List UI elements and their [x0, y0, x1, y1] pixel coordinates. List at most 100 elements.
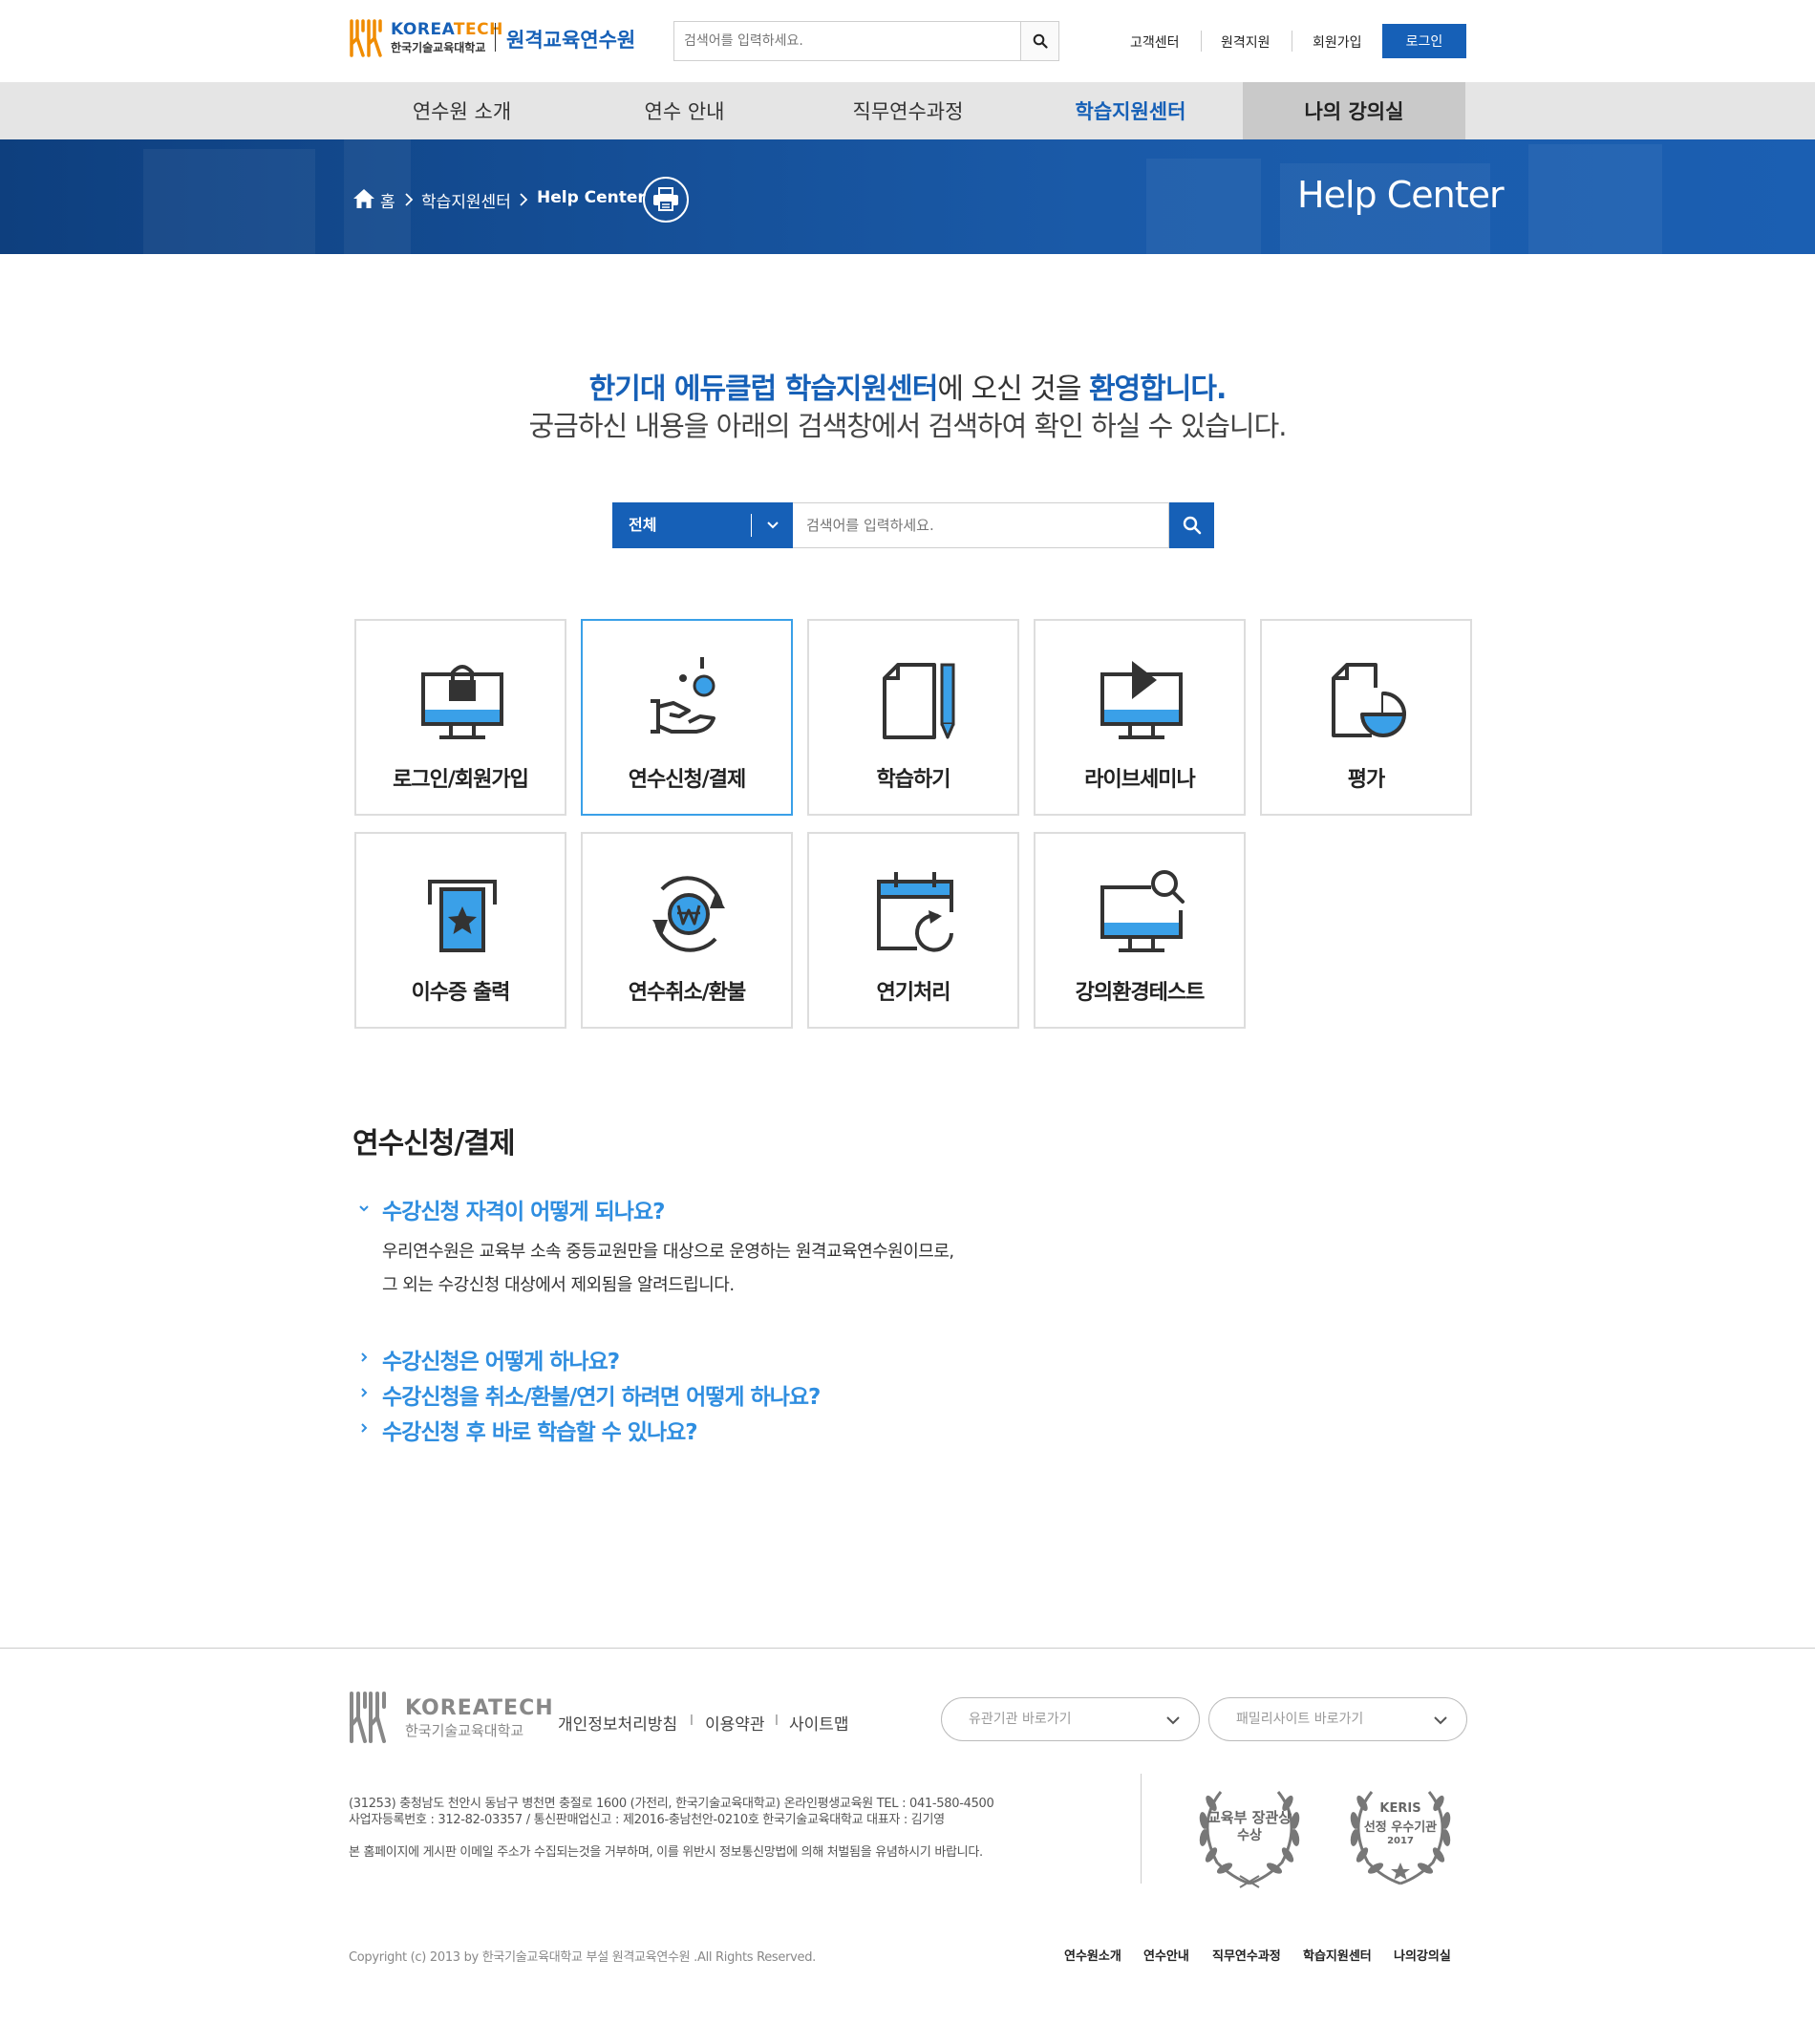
printer-icon [653, 187, 678, 211]
chevron-right-icon[interactable] [357, 1386, 371, 1399]
util-link-remote-support[interactable]: 원격지원 [1221, 32, 1270, 52]
footer-vertical-divider [1141, 1774, 1142, 1884]
footer-link-terms[interactable]: 이용약관 [705, 1711, 765, 1735]
won-refresh-icon [652, 876, 725, 952]
breadcrumb-current: Help Center [537, 188, 646, 207]
faq-question[interactable]: 수강신청을 취소/환불/연기 하려면 어떻게 하나요? [382, 1378, 821, 1411]
logo-english: KOREATECH [391, 20, 503, 39]
welcome-heading: 한기대 에듀클럽 학습지원센터에 오신 것을 환영합니다. [588, 373, 1228, 406]
faq-question[interactable]: 수강신청 후 바로 학습할 수 있나요? [382, 1414, 698, 1446]
koreatech-logo-mark-icon [350, 19, 382, 57]
help-search-input[interactable] [793, 502, 1169, 548]
help-search-button[interactable] [1169, 502, 1214, 548]
util-divider [1201, 31, 1202, 52]
category-label: 로그인/회원가입 [393, 768, 529, 792]
footer-email-notice: 본 홈페이지에 게시판 이메일 주소가 수집되는것을 거부하며, 이를 위반시 … [349, 1845, 983, 1860]
chevron-right-icon[interactable] [357, 1421, 371, 1435]
category-label: 연수신청/결제 [628, 768, 746, 792]
footer-menu-courses[interactable]: 직무연수과정 [1212, 1946, 1281, 1964]
footer-link-sitemap[interactable]: 사이트맵 [789, 1711, 849, 1735]
nav-item-courses[interactable]: 직무연수과정 [797, 82, 1019, 139]
footer-business-info: 사업자등록번호 : 312-82-03357 / 통신판매업신고 : 제2016… [349, 1813, 945, 1827]
footer-menu-my-classroom[interactable]: 나의강의실 [1394, 1946, 1451, 1964]
award-ministry-badge: 교육부 장관상 수상 [1183, 1775, 1316, 1889]
site-title[interactable]: 원격교육연수원 [506, 25, 635, 53]
category-card-login[interactable]: 로그인/회원가입 [354, 619, 566, 816]
footer-link-privacy[interactable]: 개인정보처리방침 [558, 1711, 677, 1735]
koreatech-logo-mark-icon [350, 1692, 386, 1743]
copyright: Copyright (c) 2013 by 한국기술교육대학교 부설 원격교육연… [349, 1950, 817, 1965]
category-card-evaluation[interactable]: 평가 [1260, 619, 1472, 816]
monitor-play-icon [1100, 661, 1183, 739]
monitor-lock-icon [421, 665, 503, 739]
category-card-certificate[interactable]: 이수증 출력 [354, 832, 566, 1029]
header-search-button[interactable] [1020, 22, 1058, 60]
search-icon [1183, 516, 1201, 535]
footer-link-divider: l [690, 1714, 694, 1729]
monitor-search-icon [1100, 870, 1185, 952]
chevron-right-icon [405, 193, 414, 206]
nav-item-about[interactable]: 연수원 소개 [351, 82, 573, 139]
chevron-down-icon[interactable] [357, 1202, 371, 1215]
hand-coin-icon [651, 657, 715, 734]
category-label: 평가 [1347, 768, 1385, 792]
category-card-environment-test[interactable]: 강의환경테스트 [1034, 832, 1246, 1029]
category-card-study[interactable]: 학습하기 [807, 619, 1019, 816]
category-card-application[interactable]: 연수신청/결제 [581, 619, 793, 816]
category-label: 라이브세미나 [1084, 768, 1195, 792]
nav-item-help-center[interactable]: 학습지원센터 [1019, 82, 1242, 139]
document-pie-icon [1332, 663, 1406, 737]
util-link-signup[interactable]: 회원가입 [1313, 32, 1362, 52]
award-text: 수상 [1237, 1828, 1262, 1843]
home-icon[interactable] [352, 188, 375, 209]
faq-section-title: 연수신청/결제 [352, 1127, 516, 1160]
banner-title: Help Center [1297, 174, 1505, 216]
logo-korean: 한국기술교육대학교 [391, 41, 486, 54]
related-agencies-select[interactable]: 유관기관 바로가기 [941, 1697, 1200, 1741]
footer-logo-korean: 한국기술교육대학교 [405, 1722, 524, 1739]
category-card-refund[interactable]: 연수취소/환불 [581, 832, 793, 1029]
help-search: 전체 [612, 502, 1214, 548]
footer-menu-help-center[interactable]: 학습지원센터 [1303, 1946, 1372, 1964]
award-text: 교육부 장관상 [1206, 1809, 1292, 1826]
footer-link-divider: l [775, 1714, 779, 1729]
family-sites-select[interactable]: 패밀리사이트 바로가기 [1208, 1697, 1467, 1741]
faq-answer-line: 그 외는 수강신청 대상에서 제외됨을 알려드립니다. [382, 1275, 735, 1295]
chevron-right-icon[interactable] [357, 1351, 371, 1364]
header-search-input[interactable] [674, 22, 1020, 60]
award-text: 선정 우수기관 [1363, 1820, 1438, 1835]
search-category-select[interactable]: 전체 [612, 502, 793, 548]
category-label: 연수취소/환불 [628, 981, 746, 1005]
chevron-down-icon [1166, 1716, 1180, 1725]
util-link-customer-center[interactable]: 고객센터 [1130, 32, 1180, 52]
chevron-down-icon [1434, 1716, 1447, 1725]
footer-logo-english: KOREATECH [405, 1696, 554, 1720]
faq-question[interactable]: 수강신청 자격이 어떻게 되나요? [382, 1193, 665, 1225]
category-label: 이수증 출력 [411, 981, 511, 1005]
page-banner [0, 139, 1815, 254]
footer-divider [0, 1648, 1815, 1649]
category-card-postpone[interactable]: 연기처리 [807, 832, 1019, 1029]
faq-answer-line: 우리연수원은 교육부 소속 중등교원만을 대상으로 운영하는 원격교육연수원이므… [382, 1242, 954, 1262]
category-label: 연기처리 [876, 981, 951, 1005]
nav-item-my-classroom[interactable]: 나의 강의실 [1243, 82, 1465, 139]
footer-menu-guide[interactable]: 연수안내 [1143, 1946, 1189, 1964]
certificate-star-icon [428, 880, 497, 952]
category-card-live-seminar[interactable]: 라이브세미나 [1034, 619, 1246, 816]
footer-menu-about[interactable]: 연수원소개 [1064, 1946, 1121, 1964]
award-text: KERIS [1379, 1801, 1421, 1816]
print-button[interactable] [643, 177, 689, 223]
breadcrumb-home[interactable]: 홈 [380, 188, 395, 212]
logo-divider [495, 23, 496, 52]
nav-item-training-guide[interactable]: 연수 안내 [573, 82, 796, 139]
faq-question[interactable]: 수강신청은 어떻게 하나요? [382, 1343, 620, 1375]
category-label: 학습하기 [876, 768, 951, 792]
category-label: 강의환경테스트 [1075, 981, 1206, 1005]
login-button[interactable]: 로그인 [1382, 24, 1466, 58]
award-keris-badge: KERIS 선정 우수기관 2017 [1334, 1775, 1467, 1889]
chevron-right-icon [520, 193, 528, 206]
document-pencil-icon [883, 663, 955, 739]
breadcrumb-help-center[interactable]: 학습지원센터 [421, 188, 511, 212]
search-icon [1033, 33, 1048, 49]
award-text: 2017 [1387, 1836, 1414, 1846]
